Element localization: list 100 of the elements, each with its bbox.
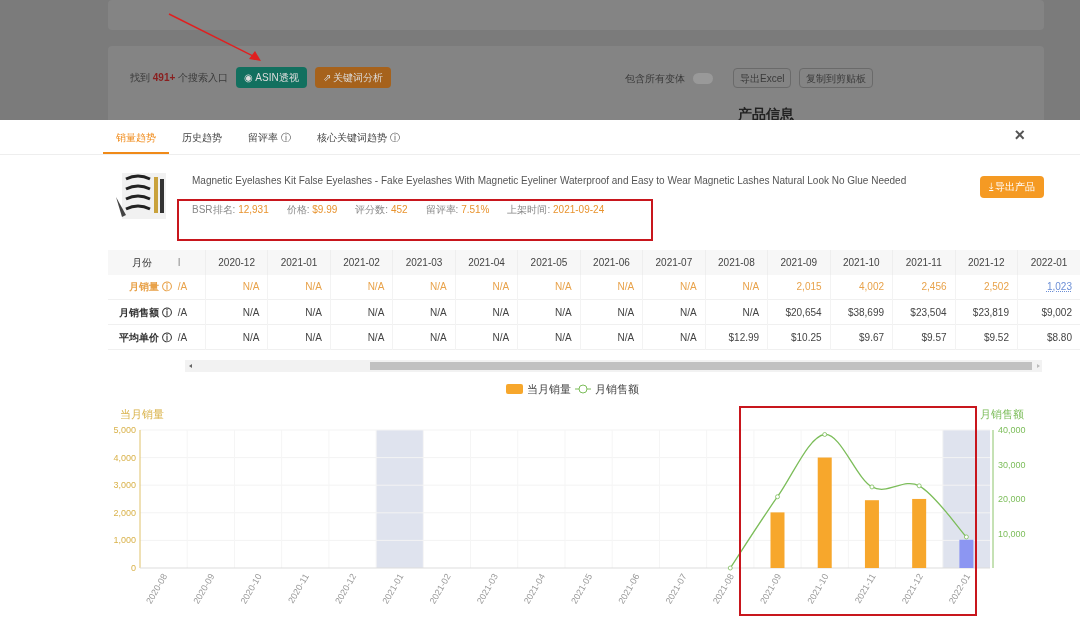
table-cell: 1,023 <box>1017 274 1080 300</box>
data-point <box>964 534 969 540</box>
product-stat: 留评率: 7.51% <box>425 202 490 217</box>
table-cell: 2,502 <box>955 274 1018 300</box>
table-cell: N/A <box>642 274 706 300</box>
table-cell: N/A <box>455 324 518 350</box>
bar <box>959 539 974 568</box>
table-cell: N/A <box>392 299 456 325</box>
product-stat: 价格: $9.99 <box>286 202 338 217</box>
keyword-analysis-button[interactable]: ⇗ 关键词分析 <box>314 67 392 88</box>
table-cell: N/A <box>267 324 331 350</box>
table-header: 2021-09 <box>767 249 831 275</box>
legend-swatch <box>506 384 523 394</box>
table-cell: $20,654 <box>767 299 831 325</box>
axis-tick-label: 1,000 <box>113 535 136 546</box>
axis-tick-label: 10,000 <box>998 528 1026 539</box>
tab[interactable]: 核心关键词趋势 ⓘ <box>303 123 413 154</box>
table-cell: N/A <box>267 274 331 300</box>
table-cell: $10.25 <box>767 324 831 350</box>
table-cell: $9.52 <box>955 324 1018 350</box>
table-header: 2021-04 <box>455 249 518 275</box>
tab[interactable]: 历史趋势 <box>169 123 235 154</box>
table-header: 2021-06 <box>580 249 643 275</box>
table-header: 2021-08 <box>705 249 768 275</box>
table-header: 月份 <box>108 249 176 275</box>
toggle-label: 包含所有变体 <box>625 71 685 86</box>
axis-title: 当月销量 <box>120 408 164 420</box>
table-cell: $9,002 <box>1017 299 1080 325</box>
table-cell: N/A <box>205 324 268 350</box>
legend-label: 当月销量 <box>527 383 571 395</box>
table-header: 2021-11 <box>892 249 955 275</box>
table-cell: N/A <box>330 274 393 300</box>
table-cell: $23,504 <box>892 299 955 325</box>
table-header: 2021-12 <box>955 249 1018 275</box>
table-header: I <box>175 249 206 275</box>
asin-button[interactable]: ◉ ASIN透视 <box>236 67 307 88</box>
table-cell: 4,002 <box>830 274 893 300</box>
copy-button[interactable]: 复制到剪贴板 <box>799 68 874 88</box>
row-label: 月销售额 ⓘ <box>108 299 176 325</box>
table-cell: N/A <box>205 299 268 325</box>
table-header: 2021-10 <box>830 249 893 275</box>
table-header: 2021-05 <box>517 249 581 275</box>
table-cell: /A <box>175 324 206 350</box>
data-point <box>775 494 780 500</box>
row-label: 平均单价 ⓘ <box>108 324 176 350</box>
product-stat: 评分数: 452 <box>355 202 408 217</box>
table-cell: N/A <box>455 299 518 325</box>
table-cell: N/A <box>330 324 393 350</box>
row-label: 月销量 ⓘ <box>108 274 176 300</box>
product-stat: BSR排名: 12,931 <box>192 202 269 217</box>
table-cell: 2,015 <box>767 274 831 300</box>
tab[interactable]: 留评率 ⓘ <box>235 123 304 154</box>
table-cell: $23,819 <box>955 299 1018 325</box>
table-cell: N/A <box>205 274 268 300</box>
table-cell: N/A <box>580 324 643 350</box>
axis-tick-label: 30,000 <box>998 459 1026 470</box>
table-header: 2021-07 <box>642 249 706 275</box>
table-cell: N/A <box>580 274 643 300</box>
table-cell: $38,699 <box>830 299 893 325</box>
table-cell: N/A <box>580 299 643 325</box>
table-cell: N/A <box>705 299 768 325</box>
export-excel-button[interactable]: 导出Excel <box>733 68 792 88</box>
table-cell: N/A <box>642 324 706 350</box>
axis-tick-label: 5,000 <box>113 425 136 435</box>
table-cell: $8.80 <box>1017 324 1080 350</box>
axis-tick-label: 2,000 <box>113 507 136 518</box>
table-cell: N/A <box>267 299 331 325</box>
table-header: 2022-01 <box>1017 249 1080 275</box>
bar <box>912 498 927 568</box>
table-cell: N/A <box>330 299 393 325</box>
axis-tick-label: 3,000 <box>113 480 136 491</box>
legend-label: 月销售额 <box>595 383 639 395</box>
table-header: 2020-12 <box>205 249 268 275</box>
table-cell: N/A <box>705 274 768 300</box>
scroll-right-icon[interactable] <box>1037 364 1040 369</box>
axis-tick-label: 0 <box>131 563 136 573</box>
table-header: 2021-02 <box>330 249 393 275</box>
table-cell: $12.99 <box>705 324 768 350</box>
table-header: 2021-01 <box>267 249 331 275</box>
table-cell: N/A <box>392 274 456 300</box>
table-cell: $9.57 <box>892 324 955 350</box>
tab[interactable]: 销量趋势 <box>103 123 169 154</box>
table-cell: /A <box>175 274 206 300</box>
scroll-left-icon[interactable] <box>189 364 192 369</box>
data-point <box>727 565 733 571</box>
table-cell: N/A <box>517 324 581 350</box>
table-header: 2021-03 <box>392 249 456 275</box>
scrollbar-thumb[interactable] <box>370 362 1032 371</box>
table-cell: N/A <box>517 299 581 325</box>
axis-tick-label: 20,000 <box>998 494 1026 504</box>
axis-tick-label: 4,000 <box>113 452 136 463</box>
axis-tick-label: 40,000 <box>998 425 1026 435</box>
table-cell: N/A <box>392 324 456 350</box>
axis-title: 月销售额 <box>980 408 1024 420</box>
product-stat: 上架时间: 2021-09-24 <box>507 202 605 217</box>
close-icon[interactable]: × <box>1014 126 1025 144</box>
table-cell: /A <box>175 299 206 325</box>
product-title: Magnetic Eyelashes Kit False Eyelashes - Fake Eyelashes With Magnetic Eyeliner Waterproof and Easy to Wear Magnetic Lashes Natural Look No Glue Needed <box>192 173 907 188</box>
legend-line-icon <box>574 384 592 394</box>
table-cell: N/A <box>517 274 581 300</box>
